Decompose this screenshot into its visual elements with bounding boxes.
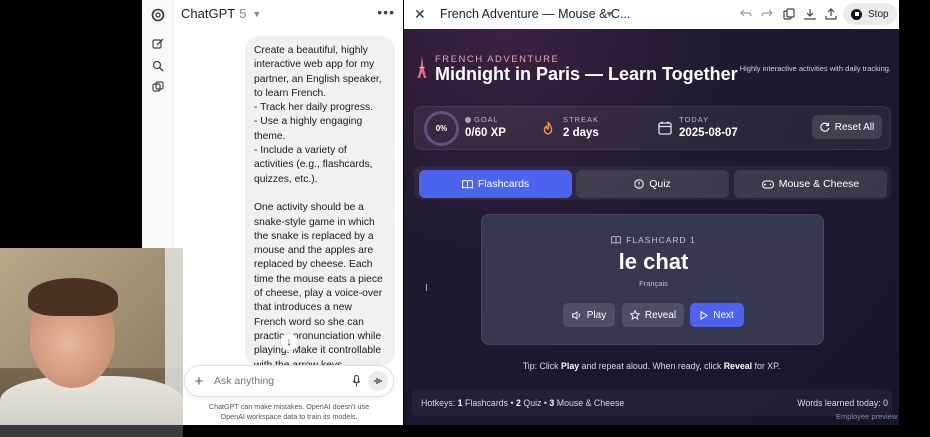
hotkeys-text: Hotkeys: 1 Flashcards • 2 Quiz • 3 Mouse… (421, 398, 624, 408)
flashcard-header: FLASHCARD 1 (482, 235, 825, 245)
openai-logo-icon[interactable] (149, 6, 167, 24)
tab-flashcards-label: Flashcards (477, 178, 530, 190)
refresh-icon (820, 122, 830, 132)
quiz-icon (634, 179, 644, 189)
copy-icon[interactable] (782, 7, 796, 21)
library-icon[interactable] (149, 78, 167, 96)
streak-value: 2 days (563, 127, 599, 139)
composer: + Ask anything (184, 365, 394, 397)
play-button[interactable]: Play (563, 303, 615, 327)
chevron-down-icon[interactable]: ▼ (605, 9, 614, 19)
flashcard-language: Français (639, 279, 668, 288)
stop-label: Stop (868, 8, 889, 20)
today-label: TODAY (679, 115, 710, 124)
webcam-person-hair (28, 278, 118, 316)
star-icon (629, 310, 640, 320)
stop-button[interactable]: Stop (843, 3, 897, 25)
model-selector[interactable]: ChatGPT 5 ▼ (181, 6, 261, 21)
new-chat-icon[interactable] (149, 35, 167, 53)
webcam-desk (0, 425, 183, 437)
disclaimer: ChatGPT can make mistakes. OpenAI doesn'… (208, 402, 370, 421)
next-label: Next (713, 309, 734, 321)
flame-icon (541, 120, 555, 136)
tab-mouse-cheese[interactable]: Mouse & Cheese (734, 170, 887, 198)
tip-post: for XP. (752, 361, 781, 371)
hotkey-3-label: Mouse & Cheese (554, 398, 625, 408)
redo-icon[interactable] (760, 7, 774, 21)
streak-label: STREAK (563, 115, 600, 124)
hotkey-1-label: Flashcards • (462, 398, 517, 408)
goal-value: 0/60 XP (465, 127, 506, 139)
tip-mid: and repeat aloud. When ready, click (579, 361, 724, 371)
tip-text: Tip: Click Play and repeat aloud. When r… (404, 361, 899, 371)
chat-panel: ChatGPT 5 ▼ ••• Create a beautiful, high… (174, 0, 403, 425)
tip-play: Play (561, 361, 580, 371)
app-tagline: Highly interactive activities with daily… (739, 64, 891, 73)
app-title: Midnight in Paris — Learn Together (435, 64, 738, 84)
eiffel-tower-icon (417, 56, 427, 78)
webcam-overlay (0, 248, 183, 437)
canvas-panel: ✕ French Adventure — Mouse & C... ▼ Stop (404, 0, 899, 425)
undo-icon[interactable] (739, 7, 753, 21)
next-button[interactable]: Next (690, 303, 744, 327)
stop-icon (851, 8, 862, 20)
reset-all-label: Reset All (834, 121, 875, 133)
canvas-title[interactable]: French Adventure — Mouse & C... (440, 7, 630, 21)
close-icon[interactable]: ✕ (414, 6, 426, 23)
goal-dot-icon (465, 116, 471, 123)
play-triangle-icon (700, 310, 709, 320)
more-options-icon[interactable]: ••• (377, 4, 395, 20)
play-label: Play (586, 309, 607, 321)
tab-mouse-cheese-label: Mouse & Cheese (778, 178, 860, 190)
search-icon[interactable] (149, 57, 167, 75)
voice-mode-button[interactable] (368, 371, 388, 391)
tip-pre: Tip: Click (522, 361, 562, 371)
model-name: ChatGPT (181, 6, 236, 21)
progress-percent: 0% (435, 124, 448, 133)
scroll-down-button[interactable]: ↓ (280, 333, 298, 351)
stats-bar: 0% GOAL 0/60 XP STREAK 2 days TODAY 2025… (414, 106, 891, 150)
flashcard: FLASHCARD 1 le chat Français Play Reveal… (481, 214, 824, 345)
screen: ChatGPT 5 ▼ ••• Create a beautiful, high… (0, 0, 930, 437)
today-stat: TODAY 2025-08-07 (679, 115, 738, 139)
app-preview: FRENCH ADVENTURE Midnight in Paris — Lea… (404, 29, 899, 425)
goal-stat: GOAL 0/60 XP (465, 115, 506, 139)
hotkey-2-label: Quiz • (520, 398, 550, 408)
activity-tabs: Flashcards Quiz Mouse & Cheese (414, 166, 891, 200)
employee-preview-label: Employee preview (836, 412, 898, 421)
progress-ring: 0% (424, 111, 459, 146)
tab-flashcards[interactable]: Flashcards (419, 170, 572, 198)
reveal-button[interactable]: Reveal (622, 303, 684, 327)
mouse-cursor (426, 284, 431, 291)
user-message-text: Create a beautiful, highly interactive w… (254, 45, 383, 366)
streak-stat: STREAK 2 days (563, 115, 599, 139)
goal-label: GOAL (474, 115, 499, 124)
book-icon (461, 179, 473, 189)
book-icon (611, 236, 622, 244)
microphone-icon[interactable] (349, 374, 363, 388)
today-value: 2025-08-07 (679, 127, 738, 139)
model-version: 5 (239, 6, 247, 21)
calendar-icon (658, 120, 672, 136)
speaker-icon (571, 310, 580, 320)
user-message: Create a beautiful, highly interactive w… (245, 36, 395, 366)
composer-input[interactable]: Ask anything (208, 375, 349, 387)
tip-reveal: Reveal (723, 361, 753, 371)
plus-icon[interactable]: + (190, 373, 208, 390)
share-icon[interactable] (824, 7, 838, 21)
chevron-down-icon: ▼ (252, 8, 262, 19)
gamepad-icon (761, 180, 774, 188)
flashcard-label: FLASHCARD 1 (626, 235, 696, 245)
hotkeys-prefix: Hotkeys: (421, 398, 458, 408)
tab-quiz-label: Quiz (649, 178, 671, 190)
flashcard-word: le chat (618, 249, 689, 274)
reveal-label: Reveal (644, 309, 677, 321)
canvas-toolbar: ✕ French Adventure — Mouse & C... ▼ Stop (404, 0, 899, 29)
download-icon[interactable] (803, 7, 817, 21)
words-learned: Words learned today: 0 (797, 398, 888, 408)
footer-bar: Hotkeys: 1 Flashcards • 2 Quiz • 3 Mouse… (412, 389, 892, 416)
reset-all-button[interactable]: Reset All (812, 115, 882, 139)
tab-quiz[interactable]: Quiz (576, 170, 729, 198)
